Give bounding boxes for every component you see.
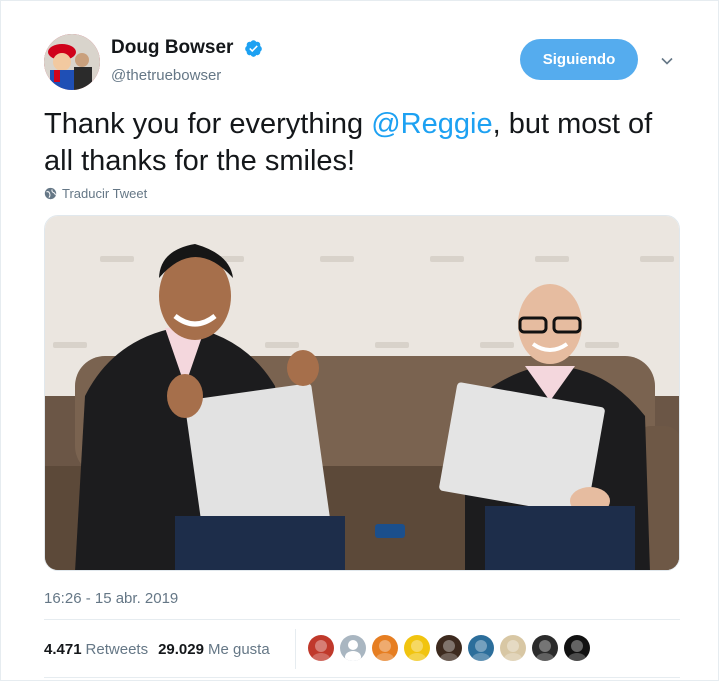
liker-avatar-1-icon[interactable] [308, 635, 334, 661]
tweet-text: Thank you for everything @Reggie, but mo… [44, 106, 684, 180]
liker-avatar-4-icon[interactable] [404, 635, 430, 661]
liker-avatar-6-icon[interactable] [468, 635, 494, 661]
liker-avatar-7-icon[interactable] [500, 635, 526, 661]
retweets-label: Retweets [85, 641, 149, 658]
retweets-stat[interactable]: 4.471 Retweets [44, 641, 148, 658]
divider [44, 677, 680, 678]
engagement-stats: 4.471 Retweets 29.029 Me gusta [44, 641, 270, 658]
liker-avatar-3-icon[interactable] [372, 635, 398, 661]
verified-badge-icon [245, 40, 262, 57]
tweet-timestamp[interactable]: 16:26 - 15 abr. 2019 [44, 590, 178, 607]
stats-separator [295, 629, 296, 669]
translate-label: Traducir Tweet [62, 186, 148, 201]
author-handle[interactable]: @thetruebowser [111, 67, 221, 84]
chevron-down-icon[interactable] [659, 53, 675, 69]
liker-avatar-9-icon[interactable] [564, 635, 590, 661]
likes-label: Me gusta [207, 641, 270, 658]
mario-avatar-icon [44, 34, 100, 90]
tweet-card: Doug Bowser @thetruebowser Siguiendo Tha… [0, 0, 719, 681]
globe-icon [44, 187, 57, 200]
liker-avatar-default-icon[interactable] [340, 635, 366, 661]
divider [44, 619, 680, 620]
translate-tweet-link[interactable]: Traducir Tweet [44, 186, 147, 201]
retweets-count: 4.471 [44, 641, 82, 658]
author-name[interactable]: Doug Bowser [111, 37, 233, 59]
liker-avatar-5-icon[interactable] [436, 635, 462, 661]
author-avatar[interactable] [44, 34, 100, 90]
photo-two-men-on-couch [45, 216, 679, 570]
tweet-photo[interactable] [44, 215, 680, 571]
likes-count: 29.029 [158, 641, 204, 658]
following-button[interactable]: Siguiendo [520, 39, 638, 80]
likes-stat[interactable]: 29.029 Me gusta [158, 641, 270, 658]
likers-avatars [308, 635, 590, 661]
liker-avatar-8-icon[interactable] [532, 635, 558, 661]
tweet-text-start: Thank you for everything [44, 108, 372, 140]
mention-link[interactable]: @Reggie [371, 108, 492, 140]
